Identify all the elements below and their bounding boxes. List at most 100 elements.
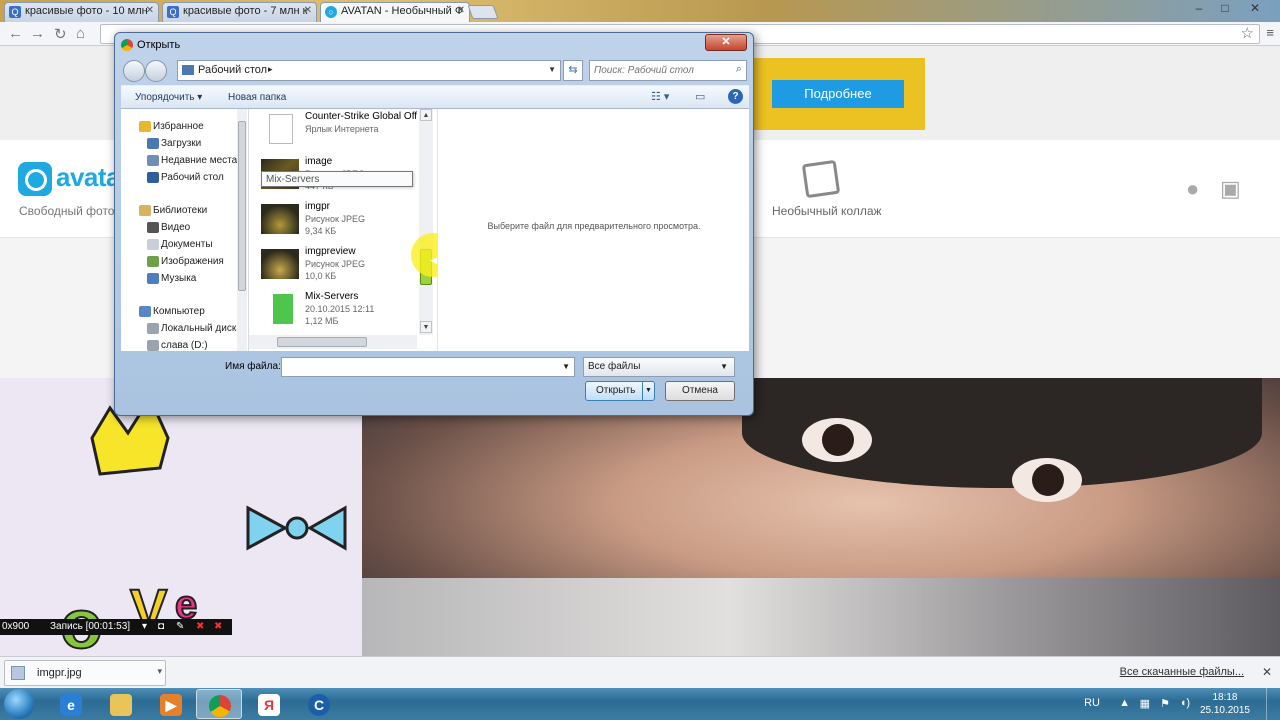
dialog-search[interactable]: ⌕ [589, 60, 747, 81]
camera-icon[interactable]: ◘ [158, 619, 164, 635]
flag-icon[interactable]: ⚑ [1160, 697, 1170, 710]
image-thumbnail [261, 249, 299, 279]
nav-scrollbar[interactable] [237, 109, 247, 351]
taskbar-yandex[interactable]: Я [246, 689, 292, 719]
network-icon[interactable]: ▦ [1140, 697, 1150, 710]
close-icon[interactable]: ✕ [304, 5, 312, 16]
disk-icon [147, 340, 159, 351]
more-button[interactable]: Подробнее [772, 80, 904, 108]
home-icon[interactable]: ⌂ [76, 25, 85, 42]
girl-photo [362, 378, 1280, 656]
close-icon[interactable]: ✕ [1262, 665, 1272, 679]
android-icon[interactable]: ▣ [1220, 176, 1241, 202]
filetype-select[interactable]: Все файлы ▼ [583, 357, 735, 377]
clock-date: 25.10.2015 [1199, 705, 1250, 716]
taskbar-ie[interactable]: e [48, 689, 94, 719]
chevron-down-icon[interactable]: ▼ [562, 362, 570, 371]
chevron-down-icon[interactable]: ▼ [548, 65, 556, 74]
view-options-icon[interactable]: ☷ ▾ [651, 90, 669, 103]
pen-icon[interactable]: ✎ [176, 619, 184, 635]
file-item[interactable]: Counter-Strike Global Offe Ярлык Интерне… [251, 109, 417, 154]
video-icon [147, 222, 159, 233]
search-input[interactable] [594, 63, 724, 78]
language-indicator[interactable]: RU [1084, 697, 1100, 709]
forward-icon[interactable] [145, 60, 167, 82]
image-thumbnail [261, 204, 299, 234]
show-desktop-button[interactable] [1266, 688, 1280, 720]
back-icon[interactable]: ← [8, 25, 23, 42]
tray-arrow-icon[interactable]: ▲ [1119, 697, 1130, 709]
file-item[interactable]: imgpreview Рисунок JPEG 10,0 КБ [251, 244, 417, 289]
avatan-logo-icon[interactable] [18, 162, 52, 196]
close-window-button[interactable]: ✕ [1244, 1, 1266, 15]
h-scroll-thumb[interactable] [277, 337, 367, 347]
collage-label[interactable]: Необычный коллаж [772, 204, 882, 218]
filetype-value: Все файлы [588, 361, 641, 372]
dialog-close-button[interactable]: ✕ [705, 34, 747, 51]
close-icon[interactable]: ✕ [146, 5, 154, 16]
navigation-pane: Избранное Загрузки Недавние места Рабочи… [121, 109, 249, 351]
browser-tab-strip: Q красивые фото - 10 млн ✕ Q красивые фо… [0, 0, 1280, 22]
ie-icon: e [60, 694, 82, 716]
chevron-right-icon[interactable]: ▸ [268, 64, 273, 75]
file-item[interactable]: Mix-Servers 20.10.2015 12:11 1,12 МБ [251, 289, 417, 334]
chevron-down-icon[interactable]: ▾ [157, 666, 162, 677]
refresh-icon[interactable]: ⇆ [563, 60, 583, 81]
apple-icon[interactable]: ● [1186, 176, 1199, 202]
open-button[interactable]: Открыть ▼ [585, 381, 655, 401]
filename-input[interactable] [282, 358, 552, 376]
tab-avatan[interactable]: ○ AVATAN - Необычный Ф ✕ [320, 2, 470, 22]
back-icon[interactable] [123, 60, 145, 82]
tab-search-1[interactable]: Q красивые фото - 10 млн ✕ [4, 2, 159, 22]
clock[interactable]: 18:18 25.10.2015 [1200, 691, 1250, 717]
breadcrumb-location[interactable]: Рабочий стол [198, 64, 267, 76]
image-file-icon [11, 666, 25, 680]
cancel-button[interactable]: Отмена [665, 381, 735, 401]
new-tab-button[interactable] [467, 5, 499, 19]
collage-icon[interactable] [801, 159, 841, 199]
minimize-button[interactable]: – [1188, 1, 1210, 15]
preview-message: Выберите файл для предварительного просм… [487, 221, 701, 231]
file-item[interactable]: imgpr Рисунок JPEG 9,34 КБ [251, 199, 417, 244]
file-list-scrollbar[interactable]: ▲ ▼ [419, 109, 433, 335]
start-button[interactable] [4, 689, 34, 719]
screen-recorder-bar: 0x900 Запись [00:01:53] ▾ ◘ ✎ ✖ ✖ [0, 619, 232, 635]
cancel-record-icon[interactable]: ✖ [214, 619, 222, 635]
download-item[interactable]: imgpr.jpg ▾ [4, 660, 166, 686]
preview-pane-icon[interactable]: ▭ [695, 90, 705, 103]
reload-icon[interactable]: ↻ [54, 25, 67, 43]
search-icon[interactable]: ⌕ [736, 63, 742, 76]
chrome-icon [121, 39, 133, 51]
menu-icon[interactable]: ≡ [1266, 25, 1274, 40]
recorder-dropdown-icon[interactable]: ▾ [142, 619, 147, 635]
dialog-breadcrumb[interactable]: Рабочий стол ▸ ▼ [177, 60, 561, 81]
scroll-up-icon[interactable]: ▲ [420, 109, 432, 121]
tab-search-2[interactable]: Q красивые фото - 7 млн к ✕ [162, 2, 317, 22]
horizontal-scrollbar[interactable] [249, 335, 417, 349]
filename-field[interactable]: ▼ [281, 357, 575, 377]
mix-servers-icon [273, 294, 293, 324]
dialog-command-bar: Упорядочить ▾ Новая папка ☷ ▾ ▭ ? [121, 85, 749, 109]
taskbar-explorer[interactable] [98, 689, 144, 719]
help-icon[interactable]: ? [728, 89, 743, 104]
taskbar-media[interactable]: ▶ [148, 689, 194, 719]
system-tray: RU ▲ ▦ ⚑ ◖) 18:18 25.10.2015 [1060, 688, 1280, 720]
all-downloads-link[interactable]: Все скачанные файлы... [1120, 666, 1244, 678]
taskbar-chrome[interactable] [196, 689, 242, 719]
bookmark-star-icon[interactable]: ☆ [1241, 24, 1254, 42]
taskbar-ccleaner[interactable]: C [296, 689, 342, 719]
maximize-button[interactable]: □ [1214, 1, 1236, 15]
volume-icon[interactable]: ◖) [1180, 697, 1190, 709]
dialog-body: Избранное Загрузки Недавние места Рабочи… [121, 109, 749, 351]
dialog-nav-buttons [123, 60, 167, 82]
open-options-icon[interactable]: ▼ [642, 382, 654, 400]
nav-scroll-thumb[interactable] [238, 121, 246, 291]
new-folder-button[interactable]: Новая папка [228, 92, 286, 103]
scroll-down-icon[interactable]: ▼ [420, 321, 432, 333]
stop-icon[interactable]: ✖ [196, 619, 204, 635]
close-icon[interactable]: ✕ [457, 5, 465, 16]
organize-button[interactable]: Упорядочить ▾ [135, 92, 202, 103]
forward-icon[interactable]: → [30, 25, 45, 42]
desktop-folder-icon [182, 65, 194, 75]
recorder-resolution: 0x900 [2, 621, 30, 632]
